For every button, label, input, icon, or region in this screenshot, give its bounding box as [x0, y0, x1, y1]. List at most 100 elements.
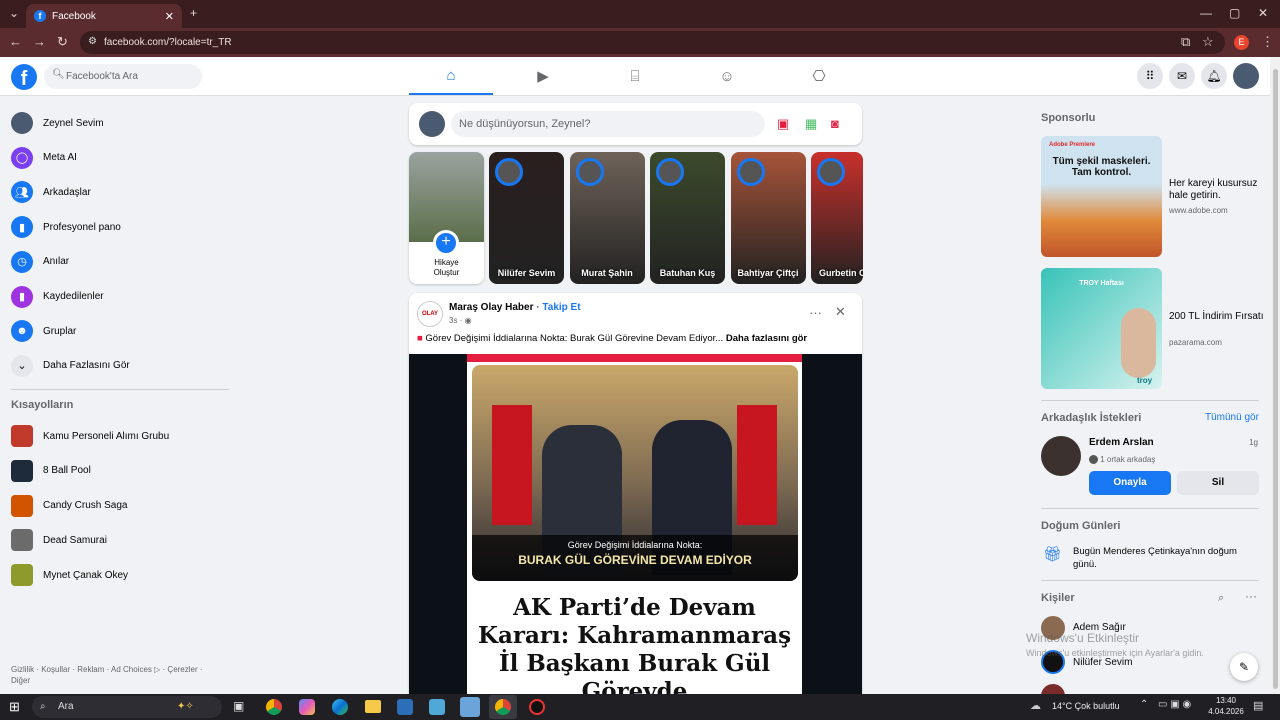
- live-video-icon[interactable]: ▣: [777, 116, 789, 132]
- url-field[interactable]: ⚙ facebook.com/?locale=tr_TR: [80, 31, 1225, 54]
- delete-button[interactable]: Sil: [1177, 471, 1259, 495]
- taskbar-clock[interactable]: 13:40 4.04.2026: [1206, 695, 1246, 717]
- sidebar-item[interactable]: ◷ Anılar: [11, 249, 69, 275]
- file-explorer-icon[interactable]: [365, 700, 381, 713]
- nav-video-icon[interactable]: ▶: [501, 57, 585, 95]
- hide-post-icon[interactable]: ✕: [835, 304, 846, 320]
- contacts-search-icon[interactable]: ⌕: [1218, 592, 1224, 605]
- task-view-icon[interactable]: ▣: [233, 699, 244, 713]
- messenger-icon[interactable]: ✉: [1169, 63, 1195, 89]
- minimize-icon[interactable]: —: [1200, 6, 1212, 20]
- page-avatar[interactable]: OLAY: [417, 301, 443, 327]
- page-scrollbar[interactable]: [1271, 57, 1280, 694]
- account-avatar[interactable]: [1233, 63, 1259, 89]
- friend-requests-title: Arkadaşlık İstekleri: [1041, 412, 1142, 424]
- story-card[interactable]: Nilüfer Sevim: [489, 152, 564, 284]
- new-message-icon[interactable]: ✎: [1230, 653, 1258, 681]
- menu-grid-icon[interactable]: ⠿: [1137, 63, 1163, 89]
- ad-image-title: TROY Haftası: [1079, 280, 1124, 287]
- recorder-icon[interactable]: [529, 699, 545, 715]
- sidebar-item[interactable]: ◯ Meta AI: [11, 145, 77, 171]
- confirm-button[interactable]: Onayla: [1089, 471, 1171, 495]
- sidebar-item[interactable]: ▮ Profesyonel pano: [11, 214, 121, 240]
- sidebar-footer-links[interactable]: Gizlilik · Koşullar · Reklam · Ad Choice…: [11, 664, 221, 686]
- install-app-icon[interactable]: ⧉: [1181, 34, 1190, 50]
- add-story-icon[interactable]: +: [433, 230, 459, 256]
- contact-name[interactable]: Nilüfer Sevim: [1073, 657, 1132, 668]
- birthday-text[interactable]: Bugün Menderes Çetinkaya'nın doğum günü.: [1073, 545, 1258, 571]
- post-options-icon[interactable]: ···: [809, 305, 822, 320]
- browser-tab-bar: ⌄ f Facebook ✕ + — ▢ ✕: [0, 0, 1280, 28]
- create-story-card[interactable]: + Hikaye Oluştur: [409, 152, 484, 284]
- post-image[interactable]: Görev Değişimi İddialarına Nokta: BURAK …: [409, 354, 862, 713]
- see-all-link[interactable]: Tümünü gör: [1205, 412, 1259, 423]
- ad-image-troy[interactable]: TROY Haftası troy: [1041, 268, 1162, 389]
- close-tab-icon[interactable]: ✕: [165, 10, 174, 23]
- sidebar-item[interactable]: ☻ Gruplar: [11, 318, 76, 344]
- nav-marketplace-icon[interactable]: ⌸: [593, 57, 677, 95]
- copilot-icon[interactable]: [299, 699, 315, 715]
- story-card[interactable]: Murat Şahin: [569, 152, 645, 284]
- story-card[interactable]: Batuhan Kuş: [650, 152, 725, 284]
- app-icon[interactable]: [429, 699, 445, 715]
- notification-center-icon[interactable]: ▤: [1253, 699, 1263, 712]
- avatar[interactable]: [1041, 436, 1081, 476]
- tray-icons[interactable]: ▭ ▣ ◉: [1158, 699, 1191, 710]
- post-author[interactable]: Maraş Olay Haber: [449, 302, 534, 313]
- taskbar-search[interactable]: ⌕ Ara ✦✧: [32, 696, 222, 718]
- shortcut-item[interactable]: Mynet Çanak Okey: [11, 562, 128, 588]
- edge-icon[interactable]: [332, 699, 348, 715]
- store-icon[interactable]: [460, 697, 480, 717]
- sidebar-item[interactable]: ⌄ Daha Fazlasını Gör: [11, 353, 130, 379]
- search-input[interactable]: 🔍︎ Facebook'ta Ara: [44, 64, 202, 89]
- site-info-icon[interactable]: ⚙: [88, 36, 97, 47]
- tab-list-icon[interactable]: ⌄: [9, 6, 19, 20]
- maximize-icon[interactable]: ▢: [1229, 6, 1240, 20]
- create-story-label: Hikaye Oluştur: [433, 258, 460, 277]
- ad-title-troy[interactable]: 200 TL İndirim Fırsatı: [1169, 311, 1264, 323]
- sidebar-item[interactable]: ▮ Kaydedilenler: [11, 284, 104, 310]
- ad-title-adobe[interactable]: Her kareyi kusursuz hale getirin.: [1169, 178, 1264, 202]
- facebook-logo-icon[interactable]: f: [11, 64, 37, 90]
- browser-tab[interactable]: f Facebook ✕: [26, 4, 182, 28]
- windows-start-icon[interactable]: ⊞: [9, 699, 20, 715]
- sidebar-item[interactable]: Zeynel Sevim: [11, 110, 104, 136]
- chrome-icon[interactable]: [266, 699, 282, 715]
- bookmark-star-icon[interactable]: ☆: [1202, 34, 1214, 50]
- contacts-options-icon[interactable]: ···: [1245, 589, 1257, 603]
- composer-input[interactable]: Ne düşünüyorsun, Zeynel?: [451, 111, 765, 137]
- reload-icon[interactable]: ↻: [57, 34, 68, 50]
- close-window-icon[interactable]: ✕: [1258, 6, 1268, 20]
- back-icon[interactable]: ←: [9, 34, 22, 49]
- nav-gaming-icon[interactable]: ⎔: [777, 57, 861, 95]
- shortcut-item[interactable]: Dead Samurai: [11, 527, 107, 553]
- new-tab-icon[interactable]: +: [190, 6, 197, 20]
- story-card[interactable]: Bahtiyar Çiftçi: [730, 152, 806, 284]
- nav-home-icon[interactable]: ⌂: [409, 57, 493, 95]
- shortcut-item[interactable]: Candy Crush Saga: [11, 493, 128, 519]
- follow-link[interactable]: Takip Et: [542, 302, 580, 313]
- story-card[interactable]: Gurbetin Ci: [811, 152, 863, 284]
- forward-icon[interactable]: →: [33, 34, 46, 49]
- sidebar-divider: [11, 389, 229, 390]
- app-icon[interactable]: [397, 699, 413, 715]
- profile-avatar[interactable]: E: [1234, 35, 1249, 50]
- notifications-bell-icon[interactable]: 🔔︎: [1201, 63, 1227, 89]
- nav-groups-icon[interactable]: ☺: [685, 57, 769, 95]
- request-name[interactable]: Erdem Arslan: [1089, 437, 1154, 448]
- reel-icon[interactable]: ◙: [831, 116, 839, 131]
- search-icon: 🔍︎: [52, 69, 65, 80]
- photo-video-icon[interactable]: ▦: [805, 116, 817, 132]
- menu-dots-icon[interactable]: ⋮: [1261, 34, 1274, 50]
- ad-image-adobe[interactable]: Adobe Premiere Tüm şekil maskeleri. Tam …: [1041, 136, 1162, 257]
- scrollbar-thumb[interactable]: [1273, 69, 1278, 689]
- weather-text[interactable]: 14°C Çok bulutlu: [1052, 701, 1120, 711]
- shortcut-icon: [11, 494, 33, 517]
- tray-chevron-icon[interactable]: ⌃: [1140, 699, 1148, 710]
- headline: AK Parti’de Devam Kararı: Kahramanmaraş …: [477, 594, 792, 705]
- sidebar-item[interactable]: 👥︎ Arkadaşlar: [11, 179, 91, 205]
- see-more-link[interactable]: Daha fazlasını gör: [726, 333, 807, 344]
- taskbar-active-app[interactable]: [489, 695, 517, 719]
- shortcut-item[interactable]: 8 Ball Pool: [11, 458, 91, 484]
- shortcut-item[interactable]: Kamu Personeli Alımı Grubu: [11, 423, 169, 449]
